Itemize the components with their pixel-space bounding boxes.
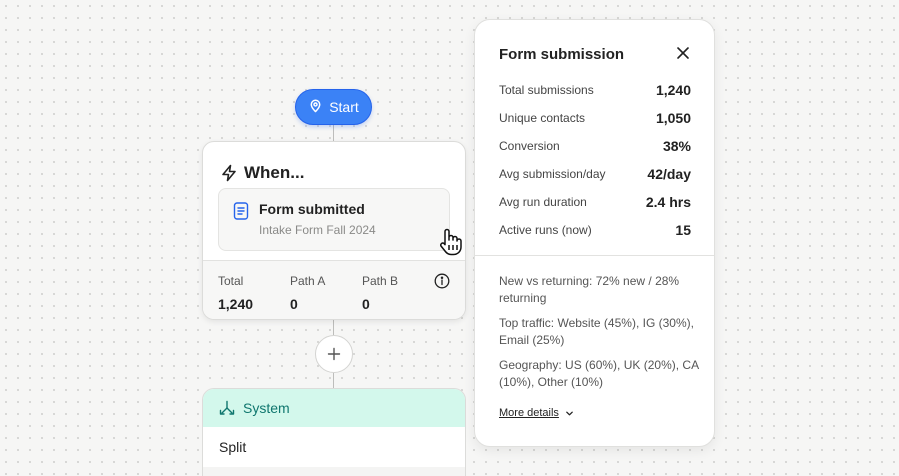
metric-row: Total submissions 1,240 [499, 82, 691, 98]
panel-divider [475, 255, 714, 256]
metric-label: Active runs (now) [499, 223, 592, 237]
stat-value: 1,240 [218, 296, 254, 312]
metric-value: 38% [662, 138, 691, 154]
more-details-link[interactable]: More details [499, 407, 574, 419]
when-trigger-card[interactable]: When... Form submitted Intake Form Fall … [202, 141, 466, 320]
more-details-label: More details [499, 407, 559, 419]
map-pin-icon [308, 98, 323, 116]
metric-label: Avg submission/day [499, 167, 606, 181]
lightning-icon [220, 164, 238, 182]
stat-label: Path A [290, 274, 326, 288]
connector-line [333, 125, 334, 142]
metric-value: 2.4 hrs [645, 194, 691, 210]
trigger-subtitle: Intake Form Fall 2024 [259, 223, 376, 237]
metric-row: Active runs (now) 15 [499, 222, 691, 238]
metric-label: Unique contacts [499, 111, 586, 125]
metric-value: 15 [675, 222, 691, 238]
stat-value: 0 [362, 296, 370, 312]
insight-new-vs-returning: New vs returning: 72% new / 28% returnin… [499, 274, 680, 305]
system-card-header: System [203, 389, 465, 427]
stat-total: Total 1,240 [218, 274, 253, 312]
metric-value: 1,050 [655, 110, 691, 126]
stat-label: Path B [362, 274, 399, 288]
connector-line [333, 373, 334, 389]
metric-value: 42/day [647, 166, 691, 182]
start-node-button[interactable]: Start [295, 89, 372, 125]
connector-line [333, 320, 334, 335]
metric-row: Avg submission/day 42/day [499, 166, 691, 182]
split-icon [219, 400, 235, 415]
hand-pointer-icon [440, 228, 462, 256]
stat-value: 0 [290, 296, 298, 312]
form-submission-panel: Form submission Total submissions 1,240 … [474, 19, 715, 447]
start-label: Start [329, 99, 359, 115]
system-card-footer [203, 467, 465, 476]
metric-row: Unique contacts 1,050 [499, 110, 691, 126]
panel-title: Form submission [499, 46, 625, 63]
metric-value: 1,240 [655, 82, 691, 98]
when-card-title: When... [244, 162, 305, 182]
chevron-down-icon [566, 411, 573, 415]
close-icon[interactable] [675, 45, 691, 61]
add-step-button[interactable] [315, 335, 353, 373]
system-row-split[interactable]: Split [203, 427, 465, 467]
trigger-item-form-submitted[interactable]: Form submitted Intake Form Fall 2024 [218, 188, 450, 251]
system-step-card[interactable]: System Split [202, 388, 466, 476]
metric-row: Avg run duration 2.4 hrs [499, 194, 691, 210]
insight-top-traffic: Top traffic: Website (45%), IG (30%), Em… [499, 316, 694, 347]
metric-row: Conversion 38% [499, 138, 691, 154]
info-icon[interactable] [434, 273, 450, 289]
metric-label: Avg run duration [499, 195, 587, 209]
metric-label: Total submissions [499, 83, 594, 97]
insight-geography: Geography: US (60%), UK (20%), CA (10%),… [499, 358, 699, 389]
plus-icon [327, 347, 341, 361]
system-card-title: System [243, 400, 290, 416]
stat-path-b: Path B 0 [362, 274, 398, 312]
stat-path-a: Path A 0 [290, 274, 325, 312]
trigger-title: Form submitted [259, 201, 365, 217]
document-icon [233, 201, 249, 220]
stat-label: Total [218, 274, 244, 288]
trigger-stats: Total 1,240 Path A 0 Path B 0 [203, 260, 465, 319]
metric-label: Conversion [499, 139, 560, 153]
